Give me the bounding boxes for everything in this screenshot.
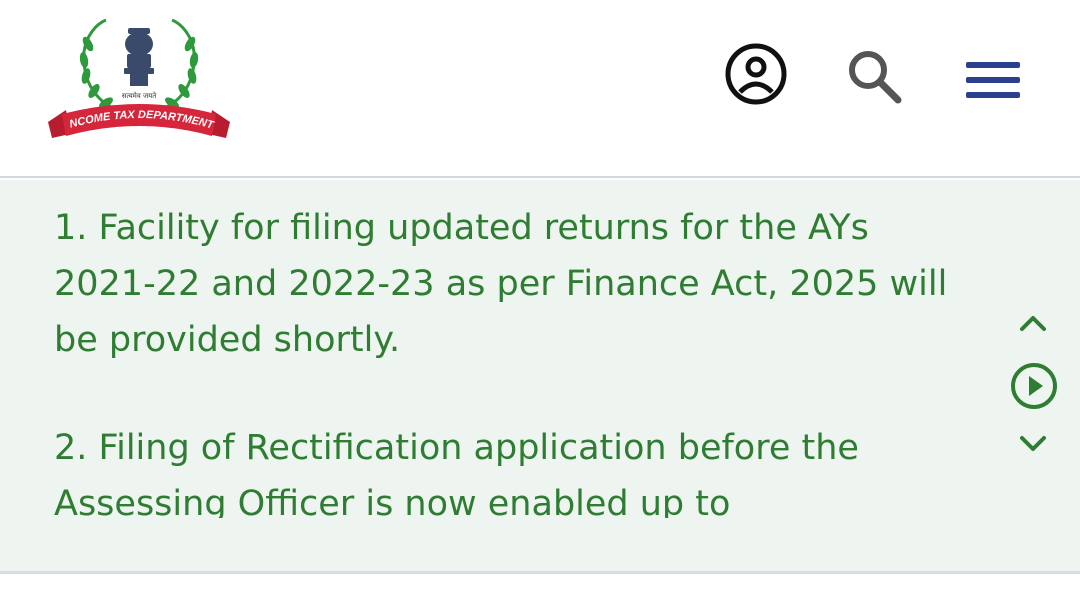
menu-button[interactable] — [960, 54, 1026, 106]
user-circle-icon — [725, 43, 787, 105]
logo-emblem-icon: सत्यमेव जयते INCOME TAX DEPARTMENT — [44, 14, 230, 138]
chevron-down-icon — [1020, 436, 1046, 451]
hamburger-menu-icon — [966, 62, 1020, 98]
play-circle-icon — [1011, 363, 1057, 409]
profile-button[interactable] — [722, 40, 790, 108]
site-header: सत्यमेव जयते INCOME TAX DEPARTMENT — [0, 0, 1080, 178]
ticker-item[interactable]: 1. Facility for filing updated returns f… — [54, 200, 954, 368]
ticker-up-button[interactable] — [1010, 306, 1056, 340]
ticker-play-button[interactable] — [1008, 360, 1060, 412]
ticker-content: 1. Facility for filing updated returns f… — [54, 200, 954, 518]
search-icon — [849, 51, 902, 104]
chevron-up-icon — [1020, 316, 1046, 331]
ticker-item[interactable]: 2. Filing of Rectification application b… — [54, 420, 954, 518]
search-button[interactable] — [842, 44, 906, 108]
svg-text:सत्यमेव जयते: सत्यमेव जयते — [122, 91, 157, 100]
news-ticker: 1. Facility for filing updated returns f… — [0, 180, 1080, 574]
ticker-down-button[interactable] — [1010, 426, 1056, 460]
income-tax-department-logo[interactable]: सत्यमेव जयते INCOME TAX DEPARTMENT — [44, 14, 234, 154]
